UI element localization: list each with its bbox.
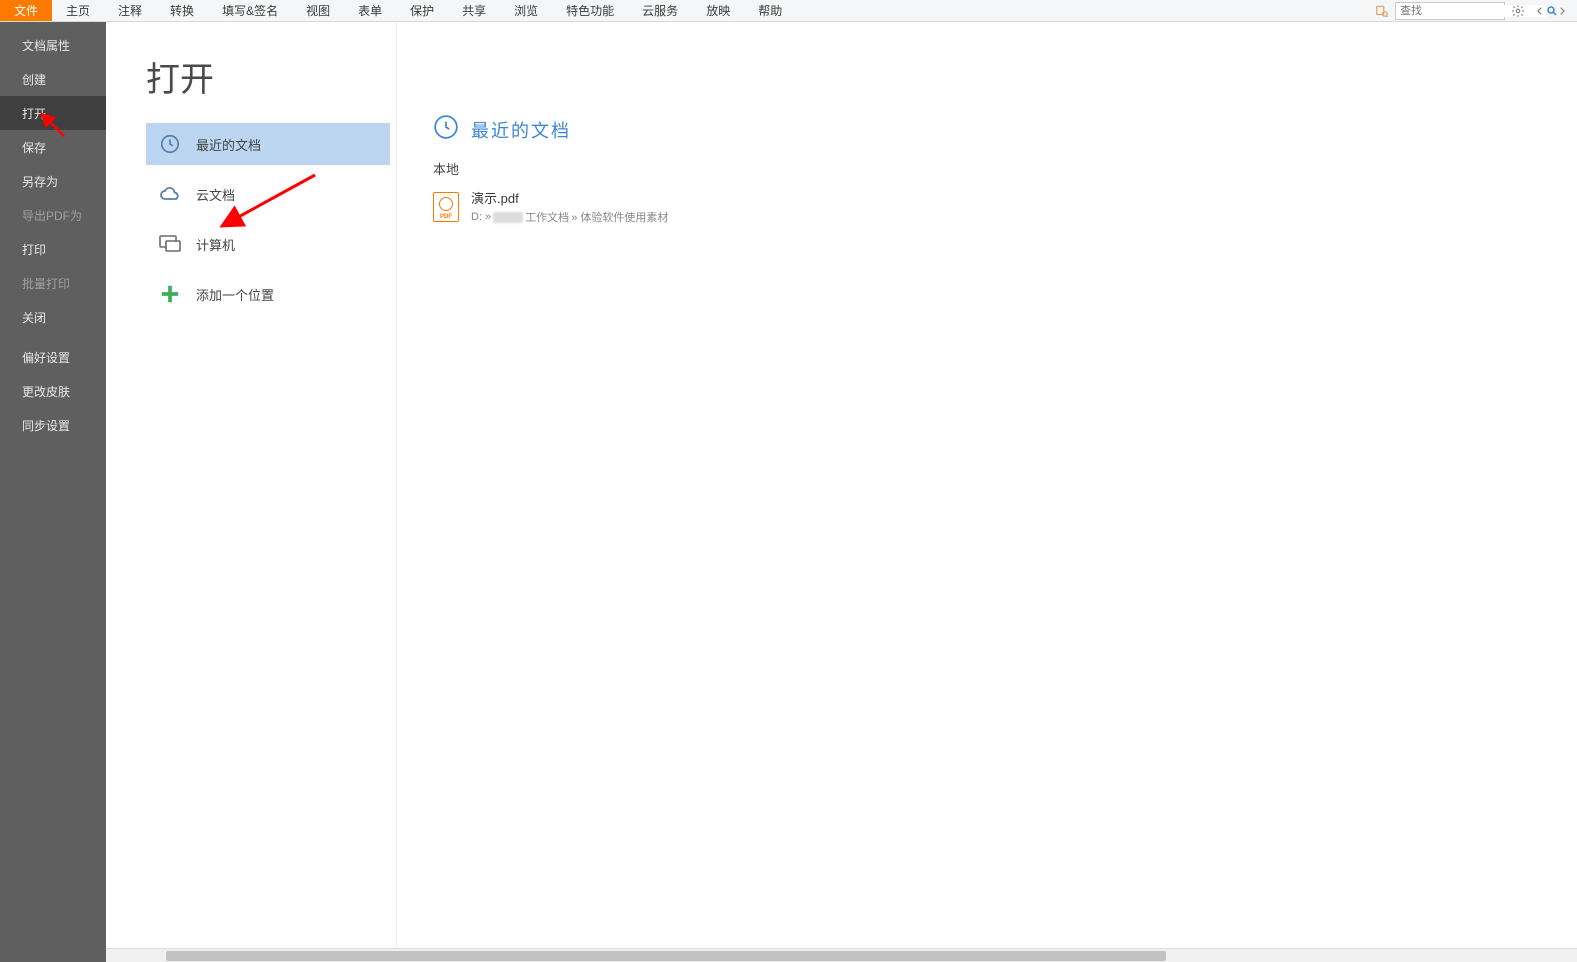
location-label: 云文档 [196,185,235,204]
nav-next-icon[interactable] [1553,2,1571,20]
sidebar-item-2[interactable]: 打开 [0,96,106,130]
section-local-label: 本地 [433,159,1557,178]
sidebar-item-4[interactable]: 另存为 [0,164,106,198]
sidebar-item2-1[interactable]: 更改皮肤 [0,374,106,408]
location-recent[interactable]: 最近的文档 [146,123,390,165]
topbar-right-tools [1373,0,1577,21]
sidebar-item2-0[interactable]: 偏好设置 [0,340,106,374]
recent-header-label: 最近的文档 [471,117,571,143]
menu-tab-1[interactable]: 主页 [52,0,104,21]
recent-doc-0[interactable]: PDF 演示.pdf D: »工作文档» 体验软件使用素材 [433,184,1557,229]
nav-prev-icon[interactable] [1531,2,1549,20]
cloud-icon [158,182,182,206]
sidebar-item2-2[interactable]: 同步设置 [0,408,106,442]
location-computer[interactable]: 计算机 [146,223,390,265]
scrollbar-thumb[interactable] [166,951,1166,961]
gear-icon[interactable] [1509,2,1527,20]
open-locations-panel: 打开 最近的文档云文档计算机添加一个位置 [106,22,396,962]
menu-tab-8[interactable]: 共享 [448,0,500,21]
menu-tab-5[interactable]: 视图 [292,0,344,21]
sidebar-item-3[interactable]: 保存 [0,130,106,164]
highlight-search-icon[interactable] [1373,2,1391,20]
body-area: 文档属性创建打开保存另存为导出PDF为打印批量打印关闭偏好设置更改皮肤同步设置 … [0,22,1577,962]
menu-tab-0[interactable]: 文件 [0,0,52,21]
page-title: 打开 [146,52,390,101]
location-cloud[interactable]: 云文档 [146,173,390,215]
location-label: 最近的文档 [196,135,261,154]
recent-docs-panel: 最近的文档 本地 PDF 演示.pdf D: »工作文档» 体验软件使用素材 [396,22,1577,962]
top-menu-bar: 文件主页注释转换填写&签名视图表单保护共享浏览特色功能云服务放映帮助 [0,0,1577,22]
search-box[interactable] [1395,2,1505,20]
location-label: 添加一个位置 [196,285,274,304]
pdf-file-icon: PDF [433,192,459,222]
location-label: 计算机 [196,235,235,254]
location-add[interactable]: 添加一个位置 [146,273,390,315]
recent-icon [158,132,182,156]
add-icon [158,282,182,306]
computer-icon [158,232,182,256]
sidebar-item-6[interactable]: 打印 [0,232,106,266]
menu-tab-4[interactable]: 填写&签名 [208,0,292,21]
menu-tab-7[interactable]: 保护 [396,0,448,21]
menu-tab-10[interactable]: 特色功能 [552,0,628,21]
doc-name: 演示.pdf [471,188,668,207]
menu-tab-13[interactable]: 帮助 [744,0,796,21]
sidebar-item-7[interactable]: 批量打印 [0,266,106,300]
clock-icon [433,114,459,145]
file-sidebar: 文档属性创建打开保存另存为导出PDF为打印批量打印关闭偏好设置更改皮肤同步设置 [0,22,106,962]
recent-header: 最近的文档 [433,114,1557,145]
doc-meta: 演示.pdf D: »工作文档» 体验软件使用素材 [471,188,668,225]
horizontal-scrollbar[interactable] [106,948,1577,962]
topbar-spacer [796,0,1373,21]
sidebar-item-8[interactable]: 关闭 [0,300,106,334]
redacted-segment [493,212,523,223]
menu-tab-11[interactable]: 云服务 [628,0,692,21]
doc-path: D: »工作文档» 体验软件使用素材 [471,209,668,225]
sidebar-item-0[interactable]: 文档属性 [0,28,106,62]
menu-tab-9[interactable]: 浏览 [500,0,552,21]
menu-tab-6[interactable]: 表单 [344,0,396,21]
sidebar-item-1[interactable]: 创建 [0,62,106,96]
menu-tab-12[interactable]: 放映 [692,0,744,21]
menu-tab-3[interactable]: 转换 [156,0,208,21]
sidebar-item-5[interactable]: 导出PDF为 [0,198,106,232]
menu-tab-2[interactable]: 注释 [104,0,156,21]
